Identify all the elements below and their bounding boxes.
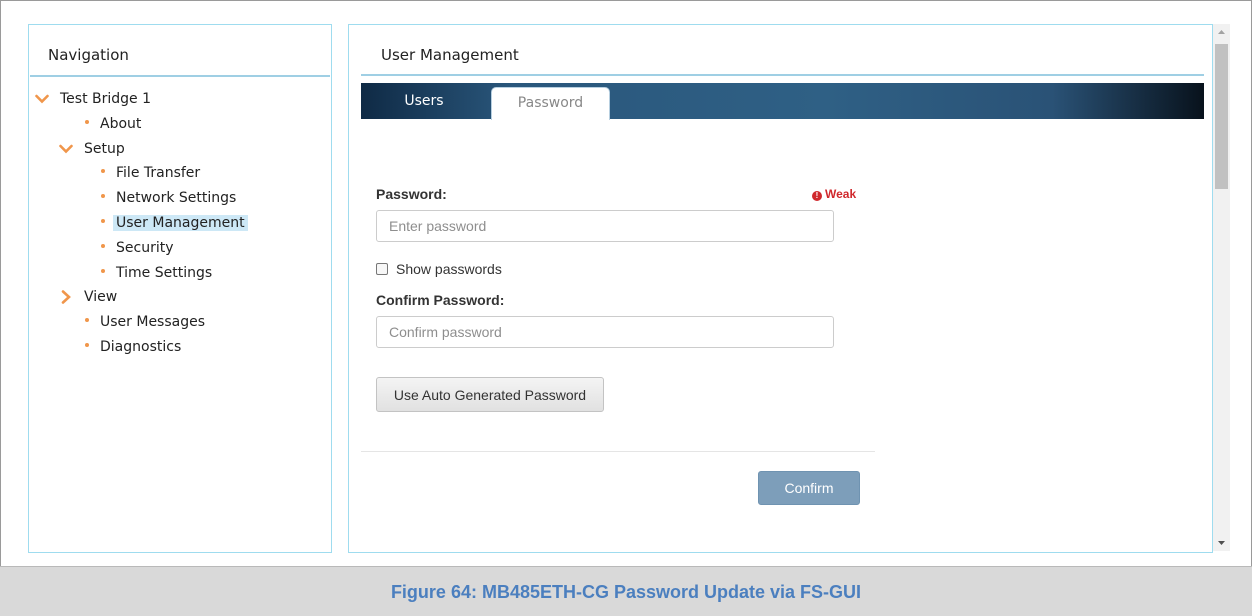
page-title: User Management [381, 46, 519, 64]
nav-item-setup[interactable]: Setup [59, 139, 128, 159]
nav-item-user-management[interactable]: User Management [101, 213, 248, 233]
scrollbar-thumb[interactable] [1215, 44, 1228, 189]
nav-item-test-bridge-1[interactable]: Test Bridge 1 [35, 89, 154, 109]
vertical-scrollbar[interactable] [1213, 24, 1230, 551]
chevron-down-icon[interactable] [59, 144, 75, 154]
password-strength-label: Weak [825, 187, 857, 201]
confirm-password-input[interactable] [376, 316, 834, 348]
show-passwords-toggle[interactable]: Show passwords [376, 261, 502, 277]
nav-item-diagnostics[interactable]: Diagnostics [85, 337, 184, 357]
nav-item-file-transfer[interactable]: File Transfer [101, 163, 203, 183]
nav-item-label: View [84, 289, 118, 305]
nav-item-user-messages[interactable]: User Messages [85, 312, 208, 332]
nav-item-label: Setup [84, 141, 125, 157]
show-passwords-checkbox[interactable] [376, 263, 388, 275]
scroll-up-arrow-icon[interactable] [1213, 24, 1230, 41]
nav-item-label: Test Bridge 1 [60, 91, 152, 107]
nav-item-view[interactable]: View [59, 287, 120, 307]
chevron-right-icon[interactable] [59, 290, 75, 304]
nav-item-label: File Transfer [116, 165, 201, 181]
bullet-icon [85, 343, 89, 347]
bullet-icon [101, 194, 105, 198]
bullet-icon [101, 219, 105, 223]
nav-item-network-settings[interactable]: Network Settings [101, 188, 239, 208]
nav-item-label: About [100, 116, 142, 132]
nav-item-label: Diagnostics [100, 339, 182, 355]
nav-item-time-settings[interactable]: Time Settings [101, 263, 215, 283]
figure-caption-band: Figure 64: MB485ETH-CG Password Update v… [0, 566, 1252, 616]
chevron-down-icon[interactable] [35, 94, 51, 104]
bullet-icon [101, 169, 105, 173]
bullet-icon [101, 244, 105, 248]
auto-generate-password-button[interactable]: Use Auto Generated Password [376, 377, 604, 412]
main-panel: User Management Users Password Password:… [348, 24, 1213, 553]
confirm-password-label: Confirm Password: [376, 292, 505, 308]
password-strength: ! Weak [812, 187, 856, 201]
nav-item-label: Network Settings [116, 190, 237, 206]
password-input[interactable] [376, 210, 834, 242]
tab-bar: Users Password [361, 83, 1204, 120]
nav-item-about[interactable]: About [85, 114, 144, 134]
navigation-title: Navigation [48, 46, 129, 64]
scroll-down-arrow-icon[interactable] [1213, 534, 1230, 551]
confirm-button[interactable]: Confirm [758, 471, 860, 505]
bullet-icon [85, 318, 89, 322]
nav-item-label: User Management [113, 215, 248, 231]
divider [361, 451, 875, 452]
nav-item-label: Time Settings [116, 265, 213, 281]
tab-users[interactable]: Users [389, 83, 459, 119]
nav-item-label: Security [116, 240, 174, 256]
navigation-panel: Navigation Test Bridge 1 About Setup File T… [28, 24, 332, 553]
password-label: Password: [376, 186, 447, 202]
divider [361, 74, 1204, 76]
bullet-icon [101, 269, 105, 273]
tab-password[interactable]: Password [491, 87, 610, 120]
exclamation-icon: ! [812, 191, 822, 201]
figure-caption: Figure 64: MB485ETH-CG Password Update v… [390, 582, 862, 602]
nav-item-label: User Messages [100, 314, 206, 330]
app-window: Navigation Test Bridge 1 About Setup File T… [0, 0, 1252, 568]
bullet-icon [85, 120, 89, 124]
show-passwords-label: Show passwords [396, 261, 502, 277]
divider [30, 75, 330, 77]
nav-item-security[interactable]: Security [101, 238, 177, 258]
